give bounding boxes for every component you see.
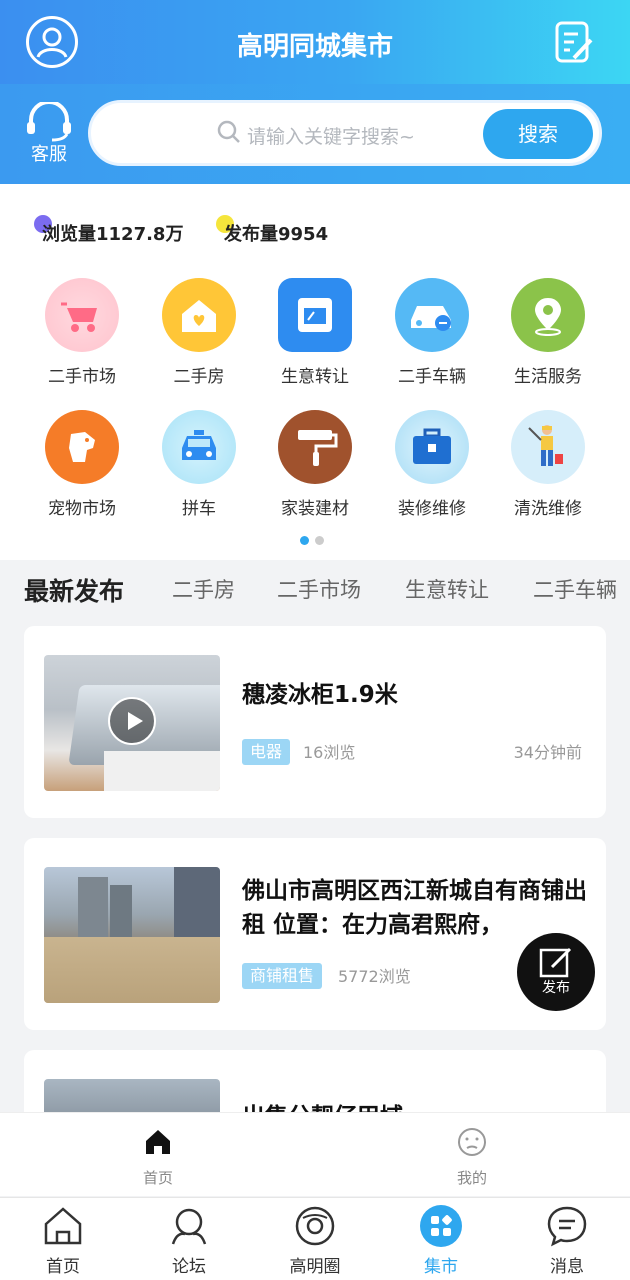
search-placeholder: 请输入关键字搜索~ bbox=[247, 126, 415, 148]
location-pin-icon bbox=[511, 278, 585, 352]
home-filled-icon bbox=[146, 1130, 170, 1154]
shop-icon bbox=[278, 278, 352, 352]
publish-label: 发布 bbox=[542, 980, 570, 996]
category-home-building-materials[interactable]: 家装建材 bbox=[260, 410, 370, 519]
category-panel: 浏览量1127.8万 发布量9954 二手市场 二手房 生意转让 二手车辆 生活… bbox=[0, 184, 630, 614]
play-icon[interactable] bbox=[108, 697, 156, 745]
search-input[interactable]: 请输入关键字搜索~ 搜索 bbox=[88, 100, 602, 166]
category-second-hand-house[interactable]: 二手房 bbox=[144, 278, 254, 387]
paint-roller-icon bbox=[278, 410, 352, 484]
listing-tabs: 最新发布 二手房 二手市场 生意转让 二手车辆 bbox=[0, 560, 630, 616]
car-icon bbox=[395, 278, 469, 352]
home-icon bbox=[41, 1204, 85, 1248]
listing-card[interactable]: 佛山市高明区西江新城自有商铺出租 位置：在力高君熙府， 商铺租售 5772浏览 bbox=[24, 838, 606, 1030]
category-business-transfer[interactable]: 生意转让 bbox=[260, 278, 370, 387]
inner-tab-mine[interactable]: 我的 bbox=[422, 1127, 522, 1188]
nav-gaoming-circle[interactable]: 高明圈 bbox=[270, 1204, 360, 1277]
stroller-icon bbox=[45, 278, 119, 352]
tab-business-transfer[interactable]: 生意转让 bbox=[405, 574, 489, 604]
forum-icon bbox=[167, 1204, 211, 1248]
category-life-services[interactable]: 生活服务 bbox=[493, 278, 603, 387]
nav-forum[interactable]: 论坛 bbox=[144, 1204, 234, 1277]
nav-messages[interactable]: 消息 bbox=[522, 1204, 612, 1277]
listing-tag: 电器 bbox=[242, 739, 291, 765]
cleaner-worker-icon bbox=[511, 410, 585, 484]
listing-tag: 商铺租售 bbox=[242, 963, 323, 989]
search-button[interactable]: 搜索 bbox=[483, 109, 593, 159]
views-stat: 浏览量1127.8万 bbox=[34, 215, 183, 246]
category-renovation-repair[interactable]: 装修维修 bbox=[377, 410, 487, 519]
taxi-icon bbox=[162, 410, 236, 484]
page-indicator bbox=[300, 530, 330, 549]
inner-tab-home[interactable]: 首页 bbox=[108, 1127, 208, 1188]
app-header: 高明同城集市 bbox=[0, 0, 630, 84]
headset-icon bbox=[27, 100, 71, 142]
category-cleaning-repair[interactable]: 清洗维修 bbox=[493, 410, 603, 519]
listing-title: 佛山市高明区西江新城自有商铺出租 位置：在力高君熙府， bbox=[242, 878, 587, 938]
category-used-car[interactable]: 二手车辆 bbox=[377, 278, 487, 387]
category-carpool[interactable]: 拼车 bbox=[144, 410, 254, 519]
house-heart-icon bbox=[162, 278, 236, 352]
listing-thumbnail bbox=[44, 655, 220, 791]
listing-thumbnail bbox=[44, 867, 220, 1003]
nav-market[interactable]: 集市 bbox=[396, 1204, 486, 1277]
posts-stat: 发布量9954 bbox=[216, 215, 328, 246]
edit-note-icon[interactable] bbox=[554, 20, 594, 66]
tab-second-hand-house[interactable]: 二手房 bbox=[172, 574, 235, 604]
tab-latest[interactable]: 最新发布 bbox=[24, 572, 124, 608]
dog-icon bbox=[45, 410, 119, 484]
edit-icon bbox=[539, 947, 572, 978]
listing-title: 穗凌冰柜1.9米 bbox=[242, 682, 398, 708]
search-bar: 客服 请输入关键字搜索~ 搜索 bbox=[0, 84, 630, 184]
publish-button[interactable]: 发布 bbox=[517, 933, 595, 1011]
customer-service-label: 客服 bbox=[31, 144, 67, 165]
nav-home[interactable]: 首页 bbox=[18, 1204, 108, 1277]
customer-service-button[interactable]: 客服 bbox=[22, 100, 76, 166]
listing-views: 16浏览 bbox=[303, 743, 356, 762]
listing-card[interactable]: 穗凌冰柜1.9米 电器 16浏览 34分钟前 bbox=[24, 626, 606, 818]
message-icon bbox=[545, 1204, 589, 1248]
market-icon bbox=[419, 1204, 463, 1248]
listing-views: 5772浏览 bbox=[338, 967, 411, 986]
toolbox-icon bbox=[395, 410, 469, 484]
category-pet-market[interactable]: 宠物市场 bbox=[27, 410, 137, 519]
bottom-navigation: 首页 论坛 高明圈 集市 消息 bbox=[0, 1197, 630, 1280]
circle-icon bbox=[293, 1204, 337, 1248]
category-second-hand-market[interactable]: 二手市场 bbox=[27, 278, 137, 387]
listing-time: 34分钟前 bbox=[513, 743, 582, 762]
tab-used-car[interactable]: 二手车辆 bbox=[533, 574, 617, 604]
search-icon bbox=[217, 120, 240, 143]
tab-second-hand-market[interactable]: 二手市场 bbox=[277, 574, 361, 604]
page-title: 高明同城集市 bbox=[236, 32, 393, 62]
face-icon bbox=[458, 1128, 486, 1156]
inner-tab-bar: 首页 我的 bbox=[0, 1112, 630, 1196]
